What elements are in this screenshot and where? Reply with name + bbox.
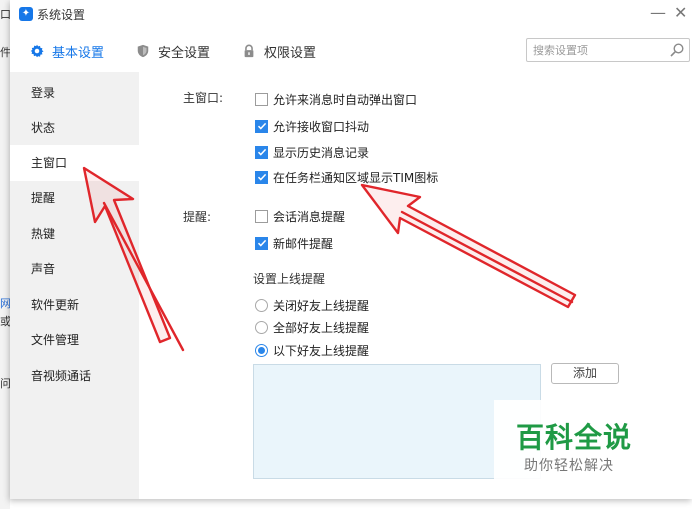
- radio-unselected: [255, 320, 268, 334]
- sidebar-item-software-update[interactable]: 软件更新: [10, 287, 139, 323]
- sidebar-item-status[interactable]: 状态: [10, 110, 139, 146]
- tray-icon-checkbox[interactable]: 在任务栏通知区域显示TIM图标: [255, 168, 438, 186]
- tab-permission-settings[interactable]: 权限设置: [242, 40, 316, 62]
- radio-label: 全部好友上线提醒: [273, 320, 370, 335]
- auto-popup-label: 允许来消息时自动弹出窗口: [273, 92, 418, 107]
- shield-icon: [137, 44, 149, 58]
- checkbox-checked: [255, 236, 268, 250]
- radio-selected-online-reminder[interactable]: 以下好友上线提醒: [255, 341, 369, 359]
- check-icon: [257, 122, 266, 130]
- sidebar-item-main-window[interactable]: 主窗口: [10, 145, 139, 181]
- sidebar-item-reminder[interactable]: 提醒: [10, 180, 139, 216]
- sidebar-item-av-call[interactable]: 音视频通话: [10, 358, 139, 394]
- checkbox-checked: [255, 119, 268, 133]
- check-icon: [257, 239, 266, 247]
- background-text: 口打: [0, 8, 10, 21]
- search-input[interactable]: [533, 41, 663, 59]
- radio-selected: [255, 343, 268, 357]
- sidebar-item-hotkey[interactable]: 热键: [10, 216, 139, 252]
- session-reminder-checkbox[interactable]: 会话消息提醒: [255, 207, 345, 225]
- search-icon[interactable]: [669, 42, 685, 58]
- watermark: 百科全说 助你轻松解决: [494, 400, 654, 480]
- background-window: 口打 件设 网 或 问: [0, 0, 10, 509]
- new-mail-checkbox[interactable]: 新邮件提醒: [255, 234, 333, 252]
- tab-security-settings-label: 安全设置: [158, 45, 211, 61]
- window-shake-label: 允许接收窗口抖动: [273, 119, 370, 134]
- auto-popup-checkbox[interactable]: 允许来消息时自动弹出窗口: [255, 90, 417, 108]
- history-messages-checkbox[interactable]: 显示历史消息记录: [255, 143, 369, 161]
- title-bar[interactable]: ✦ 系统设置 — ✕: [10, 0, 692, 30]
- online-reminder-heading: 设置上线提醒: [253, 272, 326, 286]
- radio-close-online-reminder[interactable]: 关闭好友上线提醒: [255, 296, 369, 314]
- close-button[interactable]: ✕: [674, 3, 687, 23]
- watermark-title: 百科全说: [516, 421, 633, 454]
- reminder-section-label: 提醒:: [183, 210, 212, 224]
- settings-sidebar: 登录 状态 主窗口 提醒 热键 声音 软件更新 文件管理 音视频通话: [10, 72, 139, 499]
- background-text: 或: [0, 315, 10, 328]
- checkbox-unchecked: [255, 209, 268, 223]
- window-shake-checkbox[interactable]: 允许接收窗口抖动: [255, 117, 369, 135]
- lock-icon: [244, 44, 254, 58]
- radio-unselected: [255, 298, 268, 312]
- tab-basic-settings-label: 基本设置: [52, 45, 105, 61]
- minimize-button[interactable]: —: [650, 3, 666, 23]
- background-text: 问: [0, 377, 10, 390]
- gear-icon: [30, 44, 44, 58]
- window-title: 系统设置: [37, 8, 86, 22]
- sidebar-item-sound[interactable]: 声音: [10, 251, 139, 287]
- session-reminder-label: 会话消息提醒: [273, 209, 346, 224]
- checkbox-unchecked: [255, 92, 268, 106]
- background-text: 件设: [0, 46, 10, 59]
- main-window-section-label: 主窗口:: [183, 91, 224, 105]
- sidebar-item-file-management[interactable]: 文件管理: [10, 322, 139, 358]
- sidebar-item-login[interactable]: 登录: [10, 75, 139, 111]
- radio-all-online-reminder[interactable]: 全部好友上线提醒: [255, 318, 369, 336]
- checkbox-checked: [255, 170, 268, 184]
- history-messages-label: 显示历史消息记录: [273, 145, 370, 160]
- tab-permission-settings-label: 权限设置: [264, 45, 317, 61]
- tab-security-settings[interactable]: 安全设置: [136, 40, 210, 62]
- radio-label: 以下好友上线提醒: [273, 343, 370, 358]
- watermark-subtitle: 助你轻松解决: [524, 458, 614, 474]
- tray-icon-label: 在任务栏通知区域显示TIM图标: [273, 170, 439, 185]
- new-mail-label: 新邮件提醒: [273, 236, 334, 251]
- check-icon: [257, 148, 266, 156]
- search-box: [526, 38, 690, 62]
- add-friend-button[interactable]: 添加: [551, 363, 619, 384]
- radio-label: 关闭好友上线提醒: [273, 298, 370, 313]
- checkbox-checked: [255, 145, 268, 159]
- background-link[interactable]: 网: [0, 295, 10, 311]
- check-icon: [257, 173, 266, 181]
- app-logo-icon: ✦: [19, 7, 33, 21]
- tab-basic-settings[interactable]: 基本设置: [30, 40, 104, 62]
